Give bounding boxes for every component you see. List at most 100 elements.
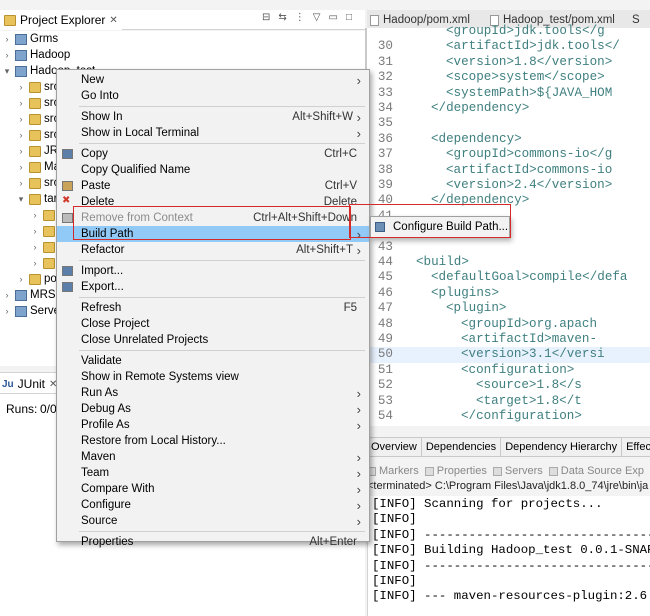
menu-item-source[interactable]: Source › xyxy=(57,513,369,529)
code-text: <version>3.1</versi xyxy=(461,347,605,362)
pom-tab[interactable]: Overview xyxy=(367,438,422,456)
menu-item-show-in[interactable]: Show In Alt+Shift+W › xyxy=(57,109,369,125)
chevron-right-icon[interactable]: › xyxy=(16,162,26,172)
chevron-right-icon[interactable]: › xyxy=(16,274,26,284)
menu-item-close-project[interactable]: Close Project xyxy=(57,316,369,332)
console-view-tab-label: Markers xyxy=(379,465,419,477)
chevron-right-icon[interactable]: › xyxy=(16,114,26,124)
tree-item[interactable]: › Ma xyxy=(16,159,60,175)
project-icon xyxy=(15,33,27,45)
menu-item-validate[interactable]: Validate xyxy=(57,353,369,369)
chevron-right-icon[interactable]: › xyxy=(16,82,26,92)
runs-label: Runs: xyxy=(6,402,38,416)
line-number: 36 xyxy=(377,131,393,146)
pom-tab[interactable]: Dependencies xyxy=(422,438,502,456)
console-output[interactable]: [INFO] Scanning for projects... [INFO] [IN… xyxy=(367,496,650,616)
maximize-icon[interactable]: □ xyxy=(346,12,352,23)
chevron-right-icon: › xyxy=(356,417,361,433)
view-menu-icon[interactable]: ▽ xyxy=(313,12,321,23)
link-editor-icon[interactable]: ⇆ xyxy=(278,12,286,23)
code-line: 52 <source>1.8</s xyxy=(367,378,650,393)
menu-item-maven[interactable]: Maven › xyxy=(57,449,369,465)
menu-item-configure[interactable]: Configure › xyxy=(57,497,369,513)
tree-item[interactable]: › src xyxy=(16,175,60,191)
code-text: <build> xyxy=(416,255,469,269)
menu-item-properties[interactable]: Properties Alt+Enter xyxy=(57,534,369,550)
line-number: 46 xyxy=(377,285,393,300)
menu-item-shortcut: F5 xyxy=(343,302,357,314)
minimize-icon[interactable]: ▭ xyxy=(328,12,337,23)
line-number: 47 xyxy=(377,301,393,316)
pom-tab[interactable]: Effectiv xyxy=(622,438,650,456)
menu-item-restore-from-local-history[interactable]: Restore from Local History... xyxy=(57,433,369,449)
chevron-right-icon[interactable]: › xyxy=(30,210,40,220)
menu-item-show-in-remote-systems-view[interactable]: Show in Remote Systems view xyxy=(57,369,369,385)
menu-item-label: Compare With xyxy=(81,483,155,495)
chevron-right-icon[interactable]: › xyxy=(30,242,40,252)
menu-item-show-in-local-terminal[interactable]: Show in Local Terminal › xyxy=(57,125,369,141)
chevron-right-icon[interactable]: › xyxy=(30,258,40,268)
menu-item-go-into[interactable]: Go Into xyxy=(57,88,369,104)
console-view-tab[interactable]: Markers xyxy=(367,465,419,477)
data-source-icon xyxy=(548,466,558,476)
menu-item-label: Source xyxy=(81,515,118,527)
console-view-tab[interactable]: Servers xyxy=(492,465,543,477)
tree-item[interactable]: › xyxy=(30,255,58,271)
menu-item-label: Show in Local Terminal xyxy=(81,127,200,139)
chevron-right-icon: › xyxy=(356,109,361,125)
code-text: <groupId>org.apach xyxy=(461,316,598,331)
code-text: <dependency> xyxy=(431,131,522,146)
console-line: [INFO] --- maven-resources-plugin:2.6: xyxy=(372,589,650,604)
menu-item-close-unrelated-projects[interactable]: Close Unrelated Projects xyxy=(57,332,369,348)
menu-item-run-as[interactable]: Run As › xyxy=(57,385,369,401)
tree-item[interactable]: › xyxy=(30,207,58,223)
chevron-right-icon[interactable]: › xyxy=(16,98,26,108)
chevron-right-icon[interactable]: › xyxy=(16,130,26,140)
menu-item-refactor[interactable]: Refactor Alt+Shift+T › xyxy=(57,242,369,258)
menu-item-paste[interactable]: Paste Ctrl+V xyxy=(57,178,369,194)
console-view-tab[interactable]: Properties xyxy=(424,465,487,477)
menu-item-profile-as[interactable]: Profile As › xyxy=(57,417,369,433)
tree-item[interactable]: › xyxy=(30,239,58,255)
chevron-right-icon[interactable]: › xyxy=(16,146,26,156)
code-text: </dependency> xyxy=(431,101,530,115)
project-explorer-tab[interactable]: Project Explorer ✕ xyxy=(0,10,122,30)
menu-item-label: Properties xyxy=(81,536,134,548)
code-line: 32 <scope>system</scope> xyxy=(367,70,650,85)
line-number: 33 xyxy=(377,85,393,100)
line-number: 38 xyxy=(377,162,393,177)
tree-item[interactable]: › Hadoop xyxy=(2,47,71,63)
menu-item-debug-as[interactable]: Debug As › xyxy=(57,401,369,417)
collapse-all-icon[interactable]: ⊟ xyxy=(262,12,270,23)
chevron-right-icon[interactable]: › xyxy=(2,306,12,316)
menu-separator xyxy=(79,350,365,351)
code-line: 34 </dependency> xyxy=(367,101,650,116)
filter-icon[interactable]: ⋮ xyxy=(295,12,305,23)
menu-item-label: Run As xyxy=(81,387,119,399)
chevron-right-icon[interactable]: › xyxy=(2,50,12,60)
junit-tab[interactable]: Ju JUnit ✕ xyxy=(2,377,57,391)
menu-item-refresh[interactable]: Refresh F5 xyxy=(57,300,369,316)
menu-item-import[interactable]: Import... xyxy=(57,263,369,279)
chevron-down-icon[interactable]: ▾ xyxy=(16,194,26,205)
menu-item-team[interactable]: Team › xyxy=(57,465,369,481)
chevron-right-icon[interactable]: › xyxy=(2,34,12,44)
menu-item-compare-with[interactable]: Compare With › xyxy=(57,481,369,497)
chevron-right-icon[interactable]: › xyxy=(2,290,12,300)
chevron-right-icon[interactable]: › xyxy=(16,178,26,188)
tree-item[interactable]: › MRSe xyxy=(2,287,62,303)
menu-item-copy-qualified-name[interactable]: Copy Qualified Name xyxy=(57,162,369,178)
chevron-right-icon[interactable]: › xyxy=(30,226,40,236)
tree-item[interactable]: › Grms xyxy=(2,31,59,47)
menu-item-export[interactable]: Export... xyxy=(57,279,369,295)
delete-icon: ✖ xyxy=(62,195,71,206)
menu-item-copy[interactable]: Copy Ctrl+C xyxy=(57,146,369,162)
tree-item[interactable]: › Server xyxy=(2,303,64,319)
close-icon[interactable]: ✕ xyxy=(109,15,117,26)
chevron-down-icon[interactable]: ▾ xyxy=(2,66,12,77)
pom-tab[interactable]: Dependency Hierarchy xyxy=(501,438,623,456)
context-menu: New › Go Into Show In Alt+Shift+W › Show in Lo… xyxy=(56,69,370,548)
tree-item[interactable]: › xyxy=(30,223,58,239)
menu-item-new[interactable]: New › xyxy=(57,72,369,88)
console-view-tab[interactable]: Data Source Exp xyxy=(548,465,644,477)
